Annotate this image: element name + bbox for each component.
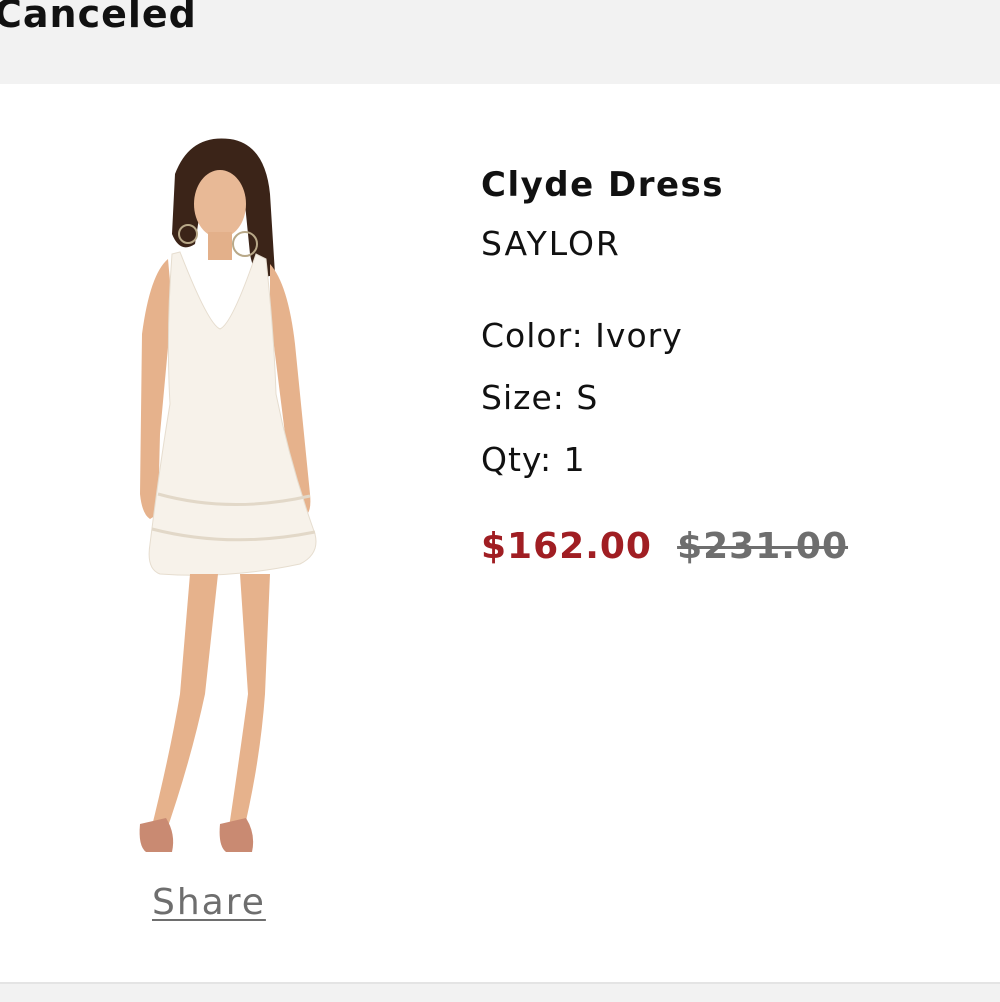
share-link[interactable]: Share — [152, 882, 266, 923]
product-details: Clyde Dress SAYLOR Color: Ivory Size: S … — [481, 162, 981, 567]
product-size: Size: S — [481, 378, 599, 417]
product-qty: Qty: 1 — [481, 440, 586, 479]
price-row: $162.00 $231.00 — [481, 526, 981, 567]
order-status-label: Canceled — [0, 0, 197, 36]
original-price: $231.00 — [677, 526, 849, 567]
product-image[interactable] — [80, 134, 350, 874]
sale-price: $162.00 — [481, 526, 652, 567]
order-status-header: Canceled — [0, 0, 1000, 84]
product-color: Color: Ivory — [481, 316, 683, 355]
product-brand: SAYLOR — [481, 224, 621, 263]
section-divider — [0, 982, 1000, 1002]
order-item-card: Share Clyde Dress SAYLOR Color: Ivory Si… — [0, 84, 1000, 982]
product-name[interactable]: Clyde Dress — [481, 162, 981, 208]
